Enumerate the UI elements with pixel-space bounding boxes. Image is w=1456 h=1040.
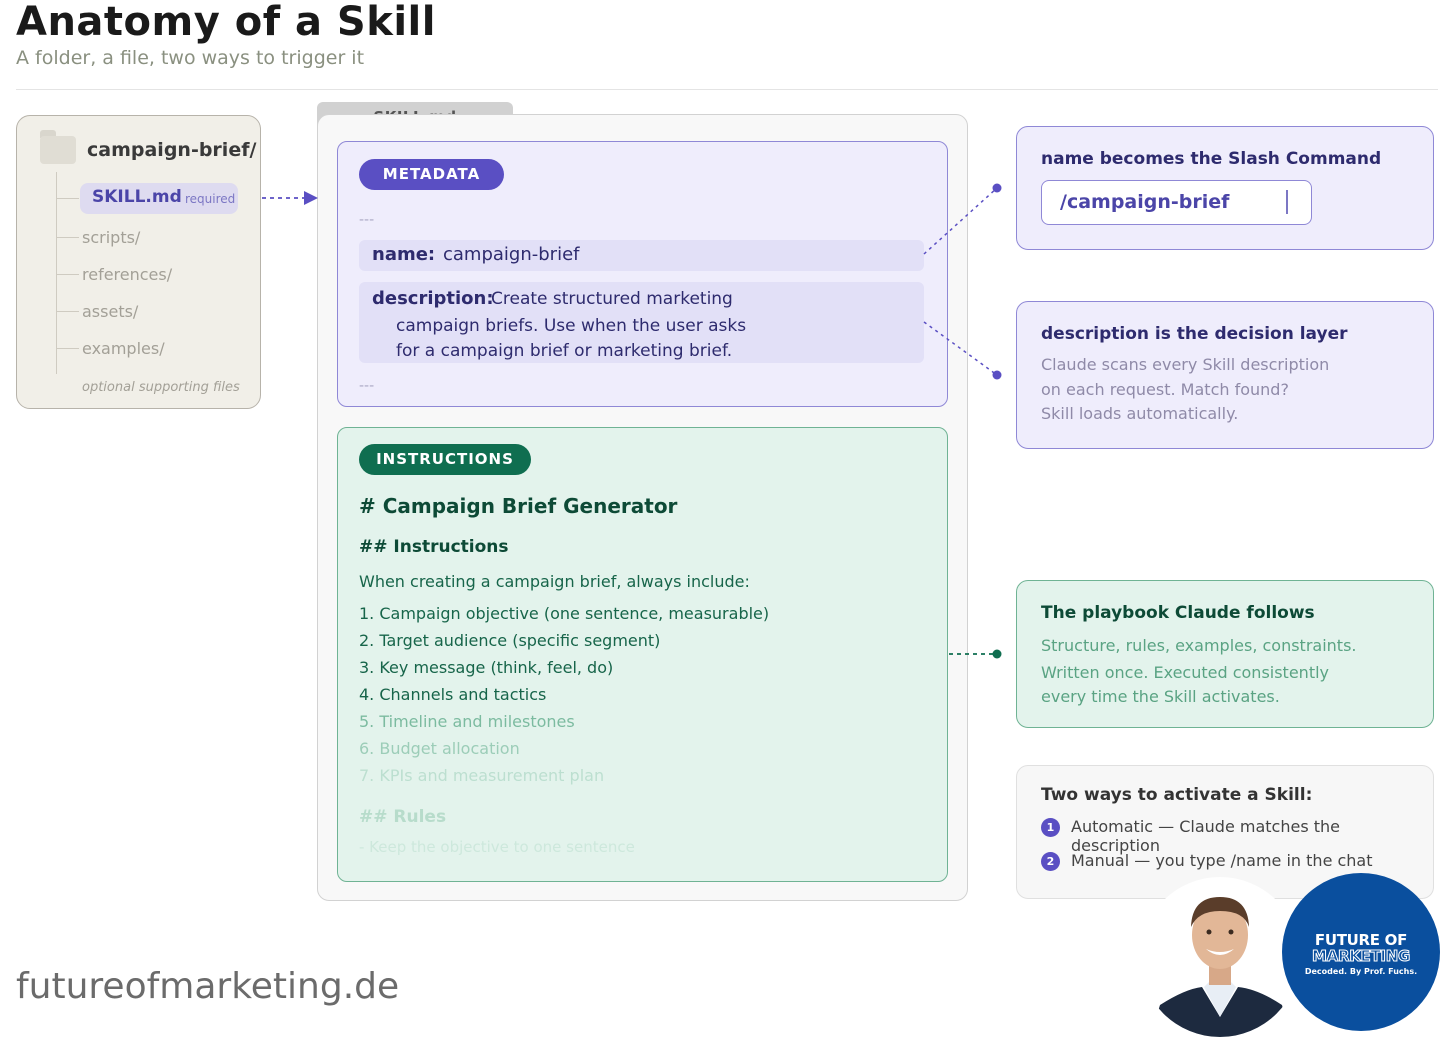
metadata-pill: METADATA [359,159,504,190]
folder-item: examples/ [82,339,165,358]
playbook-callout: The playbook Claude follows Structure, r… [1016,580,1434,728]
description-line: campaign briefs. Use when the user asks [396,316,747,336]
name-key: name: [372,244,436,265]
tree-branch [57,348,79,349]
author-avatar [1140,877,1300,1037]
callout-line: Written once. Executed consistently [1041,663,1329,682]
description-line: for a campaign brief or marketing brief. [396,341,733,361]
brand-logo: FUTURE OF MARKETING Decoded. By Prof. Fu… [1282,873,1440,1031]
callout-line: every time the Skill activates. [1041,687,1280,706]
callout-title: description is the decision layer [1041,324,1348,344]
tree-branch [57,274,79,275]
site-url: futureofmarketing.de [16,966,400,1007]
connector-dot [992,649,1002,659]
callout-title: The playbook Claude follows [1041,603,1315,623]
activation-way: Manual — you type /name in the chat [1071,851,1373,870]
slash-command-field: /campaign-brief [1041,180,1312,225]
callout-title: name becomes the Slash Command [1041,149,1382,169]
rules-heading: ## Rules [359,807,447,827]
tree-branch [57,311,79,312]
description-field: description: Create structured marketing… [359,282,924,363]
description-callout: description is the decision layer Claude… [1016,301,1434,449]
instruction-step: 5. Timeline and milestones [359,712,575,731]
required-tag: required [185,192,236,206]
callout-line: Claude scans every Skill description [1041,355,1330,374]
folder-item: assets/ [82,302,139,321]
instructions-subheading: ## Instructions [359,537,509,557]
text-caret [1286,190,1288,214]
header-divider [16,89,1438,90]
tree-trunk [56,172,57,374]
page-subtitle: A folder, a file, two ways to trigger it [16,47,365,69]
callout-line: on each request. Match found? [1041,380,1289,399]
callout-title: Two ways to activate a Skill: [1041,785,1313,805]
metadata-section: METADATA --- name: campaign-brief descri… [337,141,948,407]
connector-dot [992,370,1002,380]
tree-branch [57,237,79,238]
instruction-step: 3. Key message (think, feel, do) [359,658,614,677]
folder-item: references/ [82,265,173,284]
frontmatter-open: --- [359,212,375,228]
optional-note: optional supporting files [82,380,240,395]
folder-item: scripts/ [82,228,141,247]
instructions-pill: INSTRUCTIONS [359,444,531,475]
step-badge: 2 [1041,852,1060,871]
description-line: Create structured marketing [491,289,733,309]
instruction-step: 4. Channels and tactics [359,685,547,704]
activation-way: Automatic — Claude matches the descripti… [1071,817,1340,855]
skill-file-chip: SKILL.md required [80,183,238,214]
name-value: campaign-brief [443,244,580,265]
callout-line: Skill loads automatically. [1041,404,1239,423]
frontmatter-close: --- [359,378,375,394]
instruction-step: 1. Campaign objective (one sentence, mea… [359,604,770,623]
folder-name: campaign-brief/ [87,139,257,161]
slash-command-text: /campaign-brief [1060,191,1230,213]
logo-tagline: Decoded. By Prof. Fuchs. [1304,967,1418,976]
page-title: Anatomy of a Skill [16,0,436,45]
instruction-step: 7. KPIs and measurement plan [359,766,605,785]
connector-dot [992,183,1002,193]
instructions-section: INSTRUCTIONS # Campaign Brief Generator … [337,427,948,882]
instruction-step: 6. Budget allocation [359,739,520,758]
rule-item: - Keep the objective to one sentence [359,838,635,856]
folder-icon [40,130,76,164]
name-field: name: campaign-brief [359,240,924,271]
step-badge: 1 [1041,818,1060,837]
logo-line: MARKETING [1312,947,1411,966]
instructions-heading: # Campaign Brief Generator [359,494,678,518]
description-key: description: [372,288,494,309]
instructions-lead: When creating a campaign brief, always i… [359,572,750,591]
slash-command-callout: name becomes the Slash Command /campaign… [1016,126,1434,250]
arrow-head-icon [304,191,318,205]
callout-line: Structure, rules, examples, constraints. [1041,636,1357,655]
skill-file-name: SKILL.md [92,187,182,207]
folder-panel: campaign-brief/ SKILL.md required script… [16,115,261,409]
instruction-step: 2. Target audience (specific segment) [359,631,661,650]
tree-branch [57,198,79,199]
